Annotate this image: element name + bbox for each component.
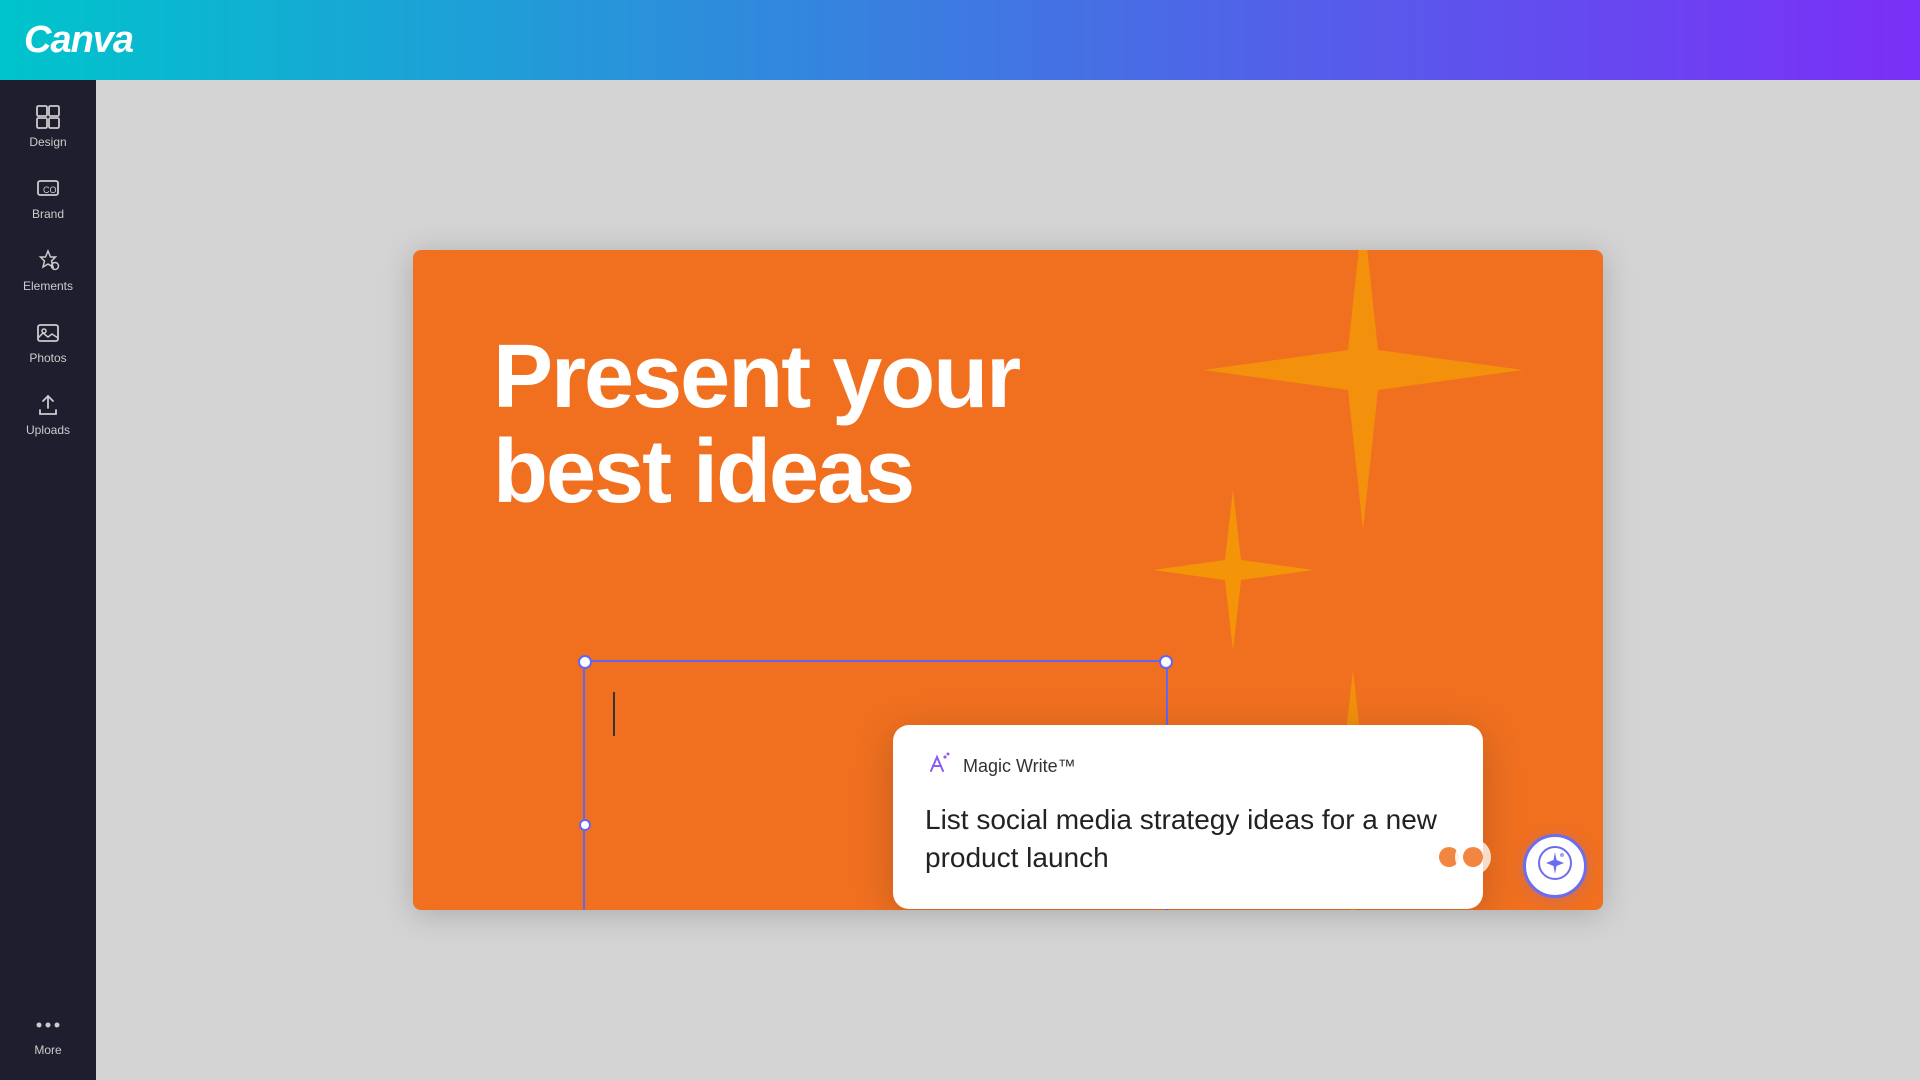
slide-headline: Present your best ideas bbox=[493, 330, 1019, 519]
more-icon bbox=[35, 1012, 61, 1038]
brand-icon: CO. bbox=[35, 176, 61, 202]
magic-write-icon bbox=[925, 749, 953, 783]
sidebar-item-elements[interactable]: Elements bbox=[8, 236, 88, 304]
svg-text:CO.: CO. bbox=[43, 185, 59, 195]
star-medium-decoration bbox=[1153, 490, 1313, 650]
canvas-slide[interactable]: Present your best ideas bbox=[413, 250, 1603, 910]
handle-side-left[interactable] bbox=[579, 819, 591, 831]
elements-icon bbox=[35, 248, 61, 274]
magic-circle-button[interactable] bbox=[1523, 834, 1587, 898]
main-area: Present your best ideas bbox=[96, 80, 1920, 1080]
magic-write-header: Magic Write™ bbox=[925, 749, 1451, 783]
handle-corner-tr[interactable] bbox=[1159, 655, 1173, 669]
magic-sparkle-icon bbox=[1538, 846, 1572, 887]
sidebar-item-photos[interactable]: Photos bbox=[8, 308, 88, 376]
sidebar-item-brand[interactable]: CO. Brand bbox=[8, 164, 88, 232]
photos-icon bbox=[35, 320, 61, 346]
canva-logo: Canva bbox=[24, 19, 133, 62]
sidebar-item-uploads[interactable]: Uploads bbox=[8, 380, 88, 448]
slide-logo bbox=[1423, 837, 1503, 882]
star-large-decoration bbox=[1203, 250, 1523, 530]
uploads-icon bbox=[35, 392, 61, 418]
magic-write-title: Magic Write™ bbox=[963, 756, 1076, 777]
header: Canva bbox=[0, 0, 1920, 80]
sidebar-item-design[interactable]: Design bbox=[8, 92, 88, 160]
text-cursor bbox=[613, 692, 615, 736]
handle-corner-tl[interactable] bbox=[578, 655, 592, 669]
design-icon bbox=[35, 104, 61, 130]
magic-write-popup[interactable]: Magic Write™ List social media strategy … bbox=[893, 725, 1483, 909]
magic-write-prompt: List social media strategy ideas for a n… bbox=[925, 801, 1451, 877]
sidebar: Design CO. Brand Elements Photos bbox=[0, 80, 96, 1080]
sidebar-item-more[interactable]: More bbox=[8, 1000, 88, 1068]
